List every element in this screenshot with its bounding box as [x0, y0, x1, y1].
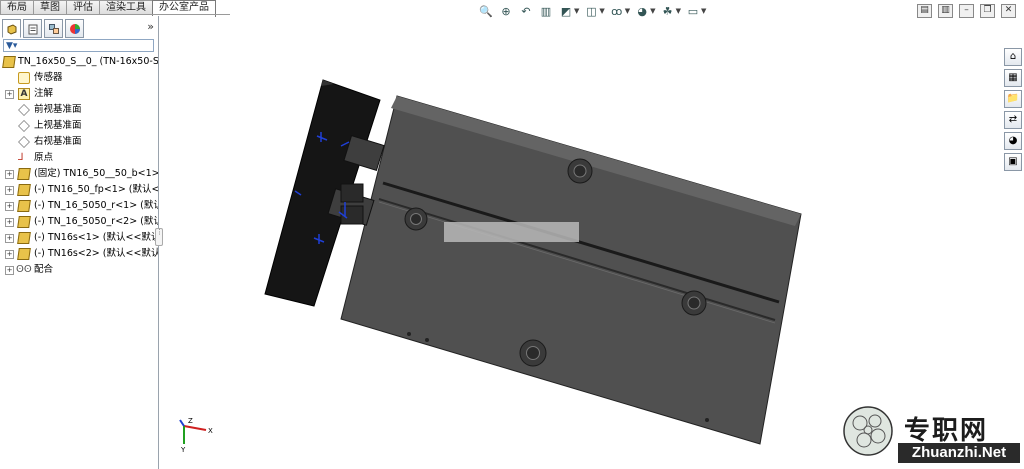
- tree-item-label: 配合: [34, 264, 54, 275]
- tree-item-label: 前视基准面: [34, 104, 82, 115]
- tree-item-label: 上视基准面: [34, 120, 82, 131]
- chevron-down-icon[interactable]: ▼: [625, 7, 630, 15]
- tree-item-label: 注解: [34, 88, 54, 99]
- tree-item-label: 传感器: [34, 72, 63, 83]
- tab-sketch[interactable]: 草图: [33, 0, 67, 15]
- tree-item-right-plane[interactable]: 右视基准面: [0, 134, 158, 150]
- tree-item-label: (-) TN_16_5050_r<1> (默认: [34, 200, 158, 211]
- tree-item-top-plane[interactable]: 上视基准面: [0, 118, 158, 134]
- origin-icon: ⅃: [18, 152, 24, 163]
- configuration-manager-tab-icon[interactable]: [44, 19, 63, 38]
- part-icon: [17, 200, 31, 212]
- tree-filter-input[interactable]: ▼▾: [3, 39, 154, 52]
- watermark-text: 专职网: [904, 416, 989, 446]
- tree-item-annotations[interactable]: + A 注解: [0, 86, 158, 102]
- tree-item-origin[interactable]: ⅃ 原点: [0, 150, 158, 166]
- tab-evaluate[interactable]: 评估: [66, 0, 100, 15]
- tree-item-part[interactable]: + (-) TN_16_5050_r<1> (默认: [0, 198, 158, 214]
- tree-item-front-plane[interactable]: 前视基准面: [0, 102, 158, 118]
- y-axis-label: Y: [180, 446, 186, 454]
- tree-item-label: (-) TN16s<2> (默认<<默认: [34, 248, 158, 259]
- tree-item-label: (-) TN16s<1> (默认<<默认: [34, 232, 158, 243]
- feature-manager-tab-icon[interactable]: [2, 19, 21, 38]
- x-axis-label: X: [208, 427, 213, 435]
- watermark-url: Zhuanzhi.Net: [898, 443, 1020, 463]
- plane-icon: [18, 136, 30, 148]
- tree-root-label: TN_16x50_S__0_ (TN-16x50-S: [18, 56, 158, 67]
- tree-root[interactable]: TN_16x50_S__0_ (TN-16x50-S: [0, 54, 158, 70]
- z-axis-label: Z: [188, 417, 193, 425]
- annotation-icon: A: [18, 88, 30, 100]
- tree-item-sensors[interactable]: 传感器: [0, 70, 158, 86]
- cylinder-model[interactable]: [264, 79, 802, 445]
- mounting-hole: [681, 290, 707, 316]
- tab-render-tools[interactable]: 渲染工具: [99, 0, 153, 15]
- expand-toggle-icon[interactable]: +: [5, 234, 14, 243]
- part-icon: [17, 216, 31, 228]
- feature-tree: TN_16x50_S__0_ (TN-16x50-S 传感器 + A 注解 前视…: [0, 54, 158, 278]
- graphics-area[interactable]: [159, 16, 1024, 469]
- x-axis-line: [183, 425, 207, 431]
- part-icon: [17, 184, 31, 196]
- chevron-down-icon[interactable]: ▼: [599, 7, 604, 15]
- tree-item-label: (-) TN_16_5050_r<2> (默认: [34, 216, 158, 227]
- tree-item-part[interactable]: + (-) TN_16_5050_r<2> (默认: [0, 214, 158, 230]
- expand-toggle-icon[interactable]: +: [5, 90, 14, 99]
- property-manager-tab-icon[interactable]: [23, 19, 42, 38]
- part-icon: [17, 248, 31, 260]
- tree-item-label: (-) TN16_50_fp<1> (默认<: [34, 184, 158, 195]
- watermark-logo: [843, 406, 893, 456]
- mounting-hole: [404, 207, 428, 231]
- expand-toggle-icon[interactable]: +: [5, 202, 14, 211]
- tree-item-part[interactable]: + (固定) TN16_50__50_b<1>: [0, 166, 158, 182]
- expand-toggle-icon[interactable]: +: [5, 266, 14, 275]
- feature-manager-panel: » ▼▾ TN_16x50_S__0_ (TN-16x50-S 传感器 + A …: [0, 16, 159, 469]
- tab-divider: [0, 14, 230, 15]
- tree-item-part[interactable]: + (-) TN16s<1> (默认<<默认: [0, 230, 158, 246]
- tree-item-label: (固定) TN16_50__50_b<1>: [34, 168, 158, 179]
- chevron-down-icon[interactable]: ▼: [676, 7, 681, 15]
- tree-item-label: 原点: [34, 152, 54, 163]
- tab-layout[interactable]: 布局: [0, 0, 34, 15]
- panel-tabs: [2, 19, 84, 38]
- expand-toggle-icon[interactable]: +: [5, 218, 14, 227]
- expand-toggle-icon[interactable]: +: [5, 186, 14, 195]
- expand-toggle-icon[interactable]: +: [5, 170, 14, 179]
- chevron-down-icon[interactable]: ▼: [650, 7, 655, 15]
- tree-item-part[interactable]: + (-) TN16_50_fp<1> (默认<: [0, 182, 158, 198]
- part-icon: [17, 232, 31, 244]
- mounting-hole: [567, 158, 593, 184]
- plane-icon: [18, 120, 30, 132]
- chevron-down-icon[interactable]: ▼: [701, 7, 706, 15]
- sensor-icon: [18, 72, 30, 84]
- command-manager-tabs: 布局 草图 评估 渲染工具 办公室产品: [0, 0, 216, 17]
- appearance-manager-tab-icon[interactable]: [65, 19, 84, 38]
- assembly-icon: [2, 56, 16, 68]
- obscured-label: [444, 222, 579, 242]
- z-axis-line: [179, 419, 185, 427]
- part-icon: [17, 168, 31, 180]
- expand-toggle-icon[interactable]: +: [5, 250, 14, 259]
- mates-icon: ʘʘ: [16, 264, 32, 275]
- plane-icon: [18, 104, 30, 116]
- chevron-down-icon[interactable]: ▼: [574, 7, 579, 15]
- tree-item-mates[interactable]: + ʘʘ 配合: [0, 262, 158, 278]
- reference-triad: X Y Z: [179, 417, 213, 454]
- mounting-hole: [519, 339, 547, 367]
- tree-item-label: 右视基准面: [34, 136, 82, 147]
- tree-item-part[interactable]: + (-) TN16s<2> (默认<<默认: [0, 246, 158, 262]
- filter-icon: ▼▾: [6, 41, 18, 51]
- expand-panel-icon[interactable]: »: [147, 20, 154, 33]
